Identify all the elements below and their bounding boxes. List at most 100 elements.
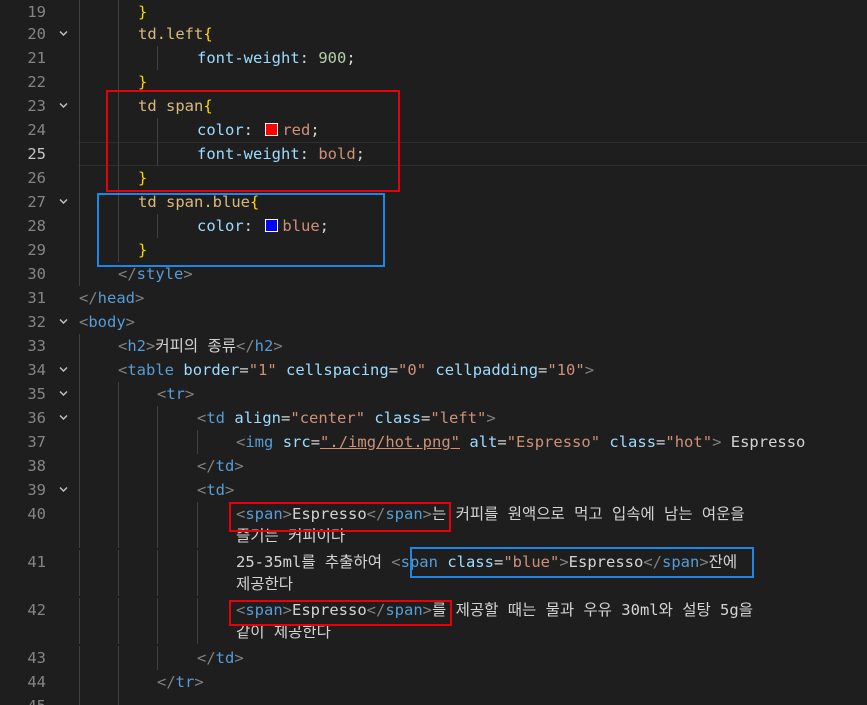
text-node: 잔에 [708, 553, 738, 571]
line-number: 41 [27, 553, 46, 571]
line-number: 34 [27, 361, 46, 379]
indent-guide [79, 646, 80, 670]
chevron-down-icon[interactable] [55, 478, 71, 502]
indent-guide [118, 646, 119, 670]
code-line[interactable]: 43 </td> [0, 646, 867, 670]
code-line-current[interactable]: 25 font-weight: bold; [0, 142, 867, 166]
css-selector: td span.blue [138, 193, 250, 211]
code-line[interactable]: 37 <img src="./img/hot.png" alt="Espress… [0, 430, 867, 454]
indent-guide [79, 502, 80, 548]
indent-guide [118, 694, 119, 705]
indent-guide [118, 598, 119, 644]
code-line[interactable]: 29 } [0, 238, 867, 262]
indent-guide [157, 550, 158, 596]
html-tag: span [385, 601, 423, 619]
code-line[interactable]: 22 } [0, 70, 867, 94]
code-line[interactable]: 31 </head> [0, 286, 867, 310]
chevron-down-icon[interactable] [55, 94, 71, 118]
closing-brace: } [138, 3, 148, 21]
attr-value: "0" [398, 361, 427, 379]
indent-guide [118, 550, 119, 596]
indent-guide [118, 94, 119, 118]
line-number: 19 [27, 3, 46, 21]
code-line[interactable]: 35 <tr> [0, 382, 867, 406]
code-line[interactable]: 23 td span{ [0, 94, 867, 118]
line-number: 37 [27, 433, 46, 451]
line-number: 39 [27, 481, 46, 499]
span-text: Espresso [568, 553, 644, 571]
code-line[interactable]: 45 [0, 694, 867, 705]
html-attr: class [374, 409, 422, 427]
indent-guide [79, 454, 80, 478]
code-line[interactable]: 41 25-35ml를 추출하여 <span class="blue">Espr… [0, 550, 867, 596]
code-line[interactable]: 21 font-weight: 900; [0, 46, 867, 70]
indent-guide [79, 142, 80, 166]
text-node-wrap: 제공한다 [236, 575, 294, 593]
html-attr: src [282, 433, 311, 451]
text-node-wrap: 같이 제공한다 [236, 623, 331, 641]
html-attr: cellpadding [435, 361, 539, 379]
indent-guide [157, 118, 158, 142]
indent-guide [118, 454, 119, 478]
html-tag: span [400, 553, 438, 571]
css-value: red [282, 121, 311, 139]
indent-guide [118, 430, 119, 454]
indent-guide [118, 406, 119, 430]
text-node-wrap: 즐기는 커피이다 [236, 527, 346, 545]
color-swatch-blue[interactable] [265, 219, 279, 232]
indent-guide [157, 406, 158, 430]
line-number: 40 [27, 505, 46, 523]
html-tag: style [136, 265, 184, 283]
indent-guide [157, 478, 158, 502]
code-line[interactable]: 40 <span>Espresso</span>는 커피를 원액으로 먹고 입속… [0, 502, 867, 548]
attr-value-link[interactable]: "./img/hot.png" [320, 433, 460, 451]
code-line[interactable]: 44 </tr> [0, 670, 867, 694]
indent-guide [79, 190, 80, 214]
code-line[interactable]: 30 </style> [0, 262, 867, 286]
span-text: Espresso [292, 601, 367, 619]
indent-guide [118, 142, 119, 166]
indent-guide [157, 502, 158, 548]
line-number: 45 [0, 694, 46, 705]
code-line[interactable]: 20 td.left{ [0, 22, 867, 46]
code-line[interactable]: 33 <h2>커피의 종류</h2> [0, 334, 867, 358]
css-selector: td.left [138, 25, 204, 43]
code-line[interactable]: 26 } [0, 166, 867, 190]
code-line[interactable]: 36 <td align="center" class="left"> [0, 406, 867, 430]
code-line[interactable]: 27 td span.blue{ [0, 190, 867, 214]
code-editor[interactable]: 19 } 20 td.left{ 21 font-weight: 900; 22… [0, 0, 867, 705]
open-brace: { [249, 193, 260, 211]
html-attr: cellspacing [286, 361, 389, 379]
line-number: 24 [27, 121, 46, 139]
code-line[interactable]: 32 <body> [0, 310, 867, 334]
line-number: 21 [27, 49, 46, 67]
html-tag: span [245, 505, 283, 523]
css-property: color [197, 217, 244, 235]
code-line[interactable]: 39 <td> [0, 478, 867, 502]
indent-guide [118, 166, 119, 190]
css-value: 900 [318, 49, 347, 67]
code-line[interactable]: 42 <span>Espresso</span>를 제공할 때는 물과 우유 3… [0, 598, 867, 644]
chevron-down-icon[interactable] [55, 22, 71, 46]
code-line[interactable]: 24 color: red; [0, 118, 867, 142]
indent-guide [118, 478, 119, 502]
color-swatch-red[interactable] [265, 123, 279, 136]
html-tag: td [215, 649, 235, 667]
heading-text: 커피의 종류 [155, 337, 236, 355]
code-line[interactable]: 34 <table border="1" cellspacing="0" cel… [0, 358, 867, 382]
chevron-down-icon[interactable] [55, 358, 71, 382]
chevron-down-icon[interactable] [55, 190, 71, 214]
line-number: 32 [27, 313, 46, 331]
line-number: 35 [27, 385, 46, 403]
code-line[interactable]: 19 } [0, 0, 867, 24]
html-attr: align [234, 409, 282, 427]
code-line[interactable]: 28 color: blue; [0, 214, 867, 238]
code-line[interactable]: 38 </td> [0, 454, 867, 478]
chevron-down-icon[interactable] [55, 310, 71, 334]
chevron-down-icon[interactable] [55, 406, 71, 430]
indent-guide [79, 694, 80, 705]
css-property: font-weight [197, 49, 300, 67]
chevron-down-icon[interactable] [55, 382, 71, 406]
indent-guide [157, 454, 158, 478]
line-number: 20 [27, 25, 46, 43]
